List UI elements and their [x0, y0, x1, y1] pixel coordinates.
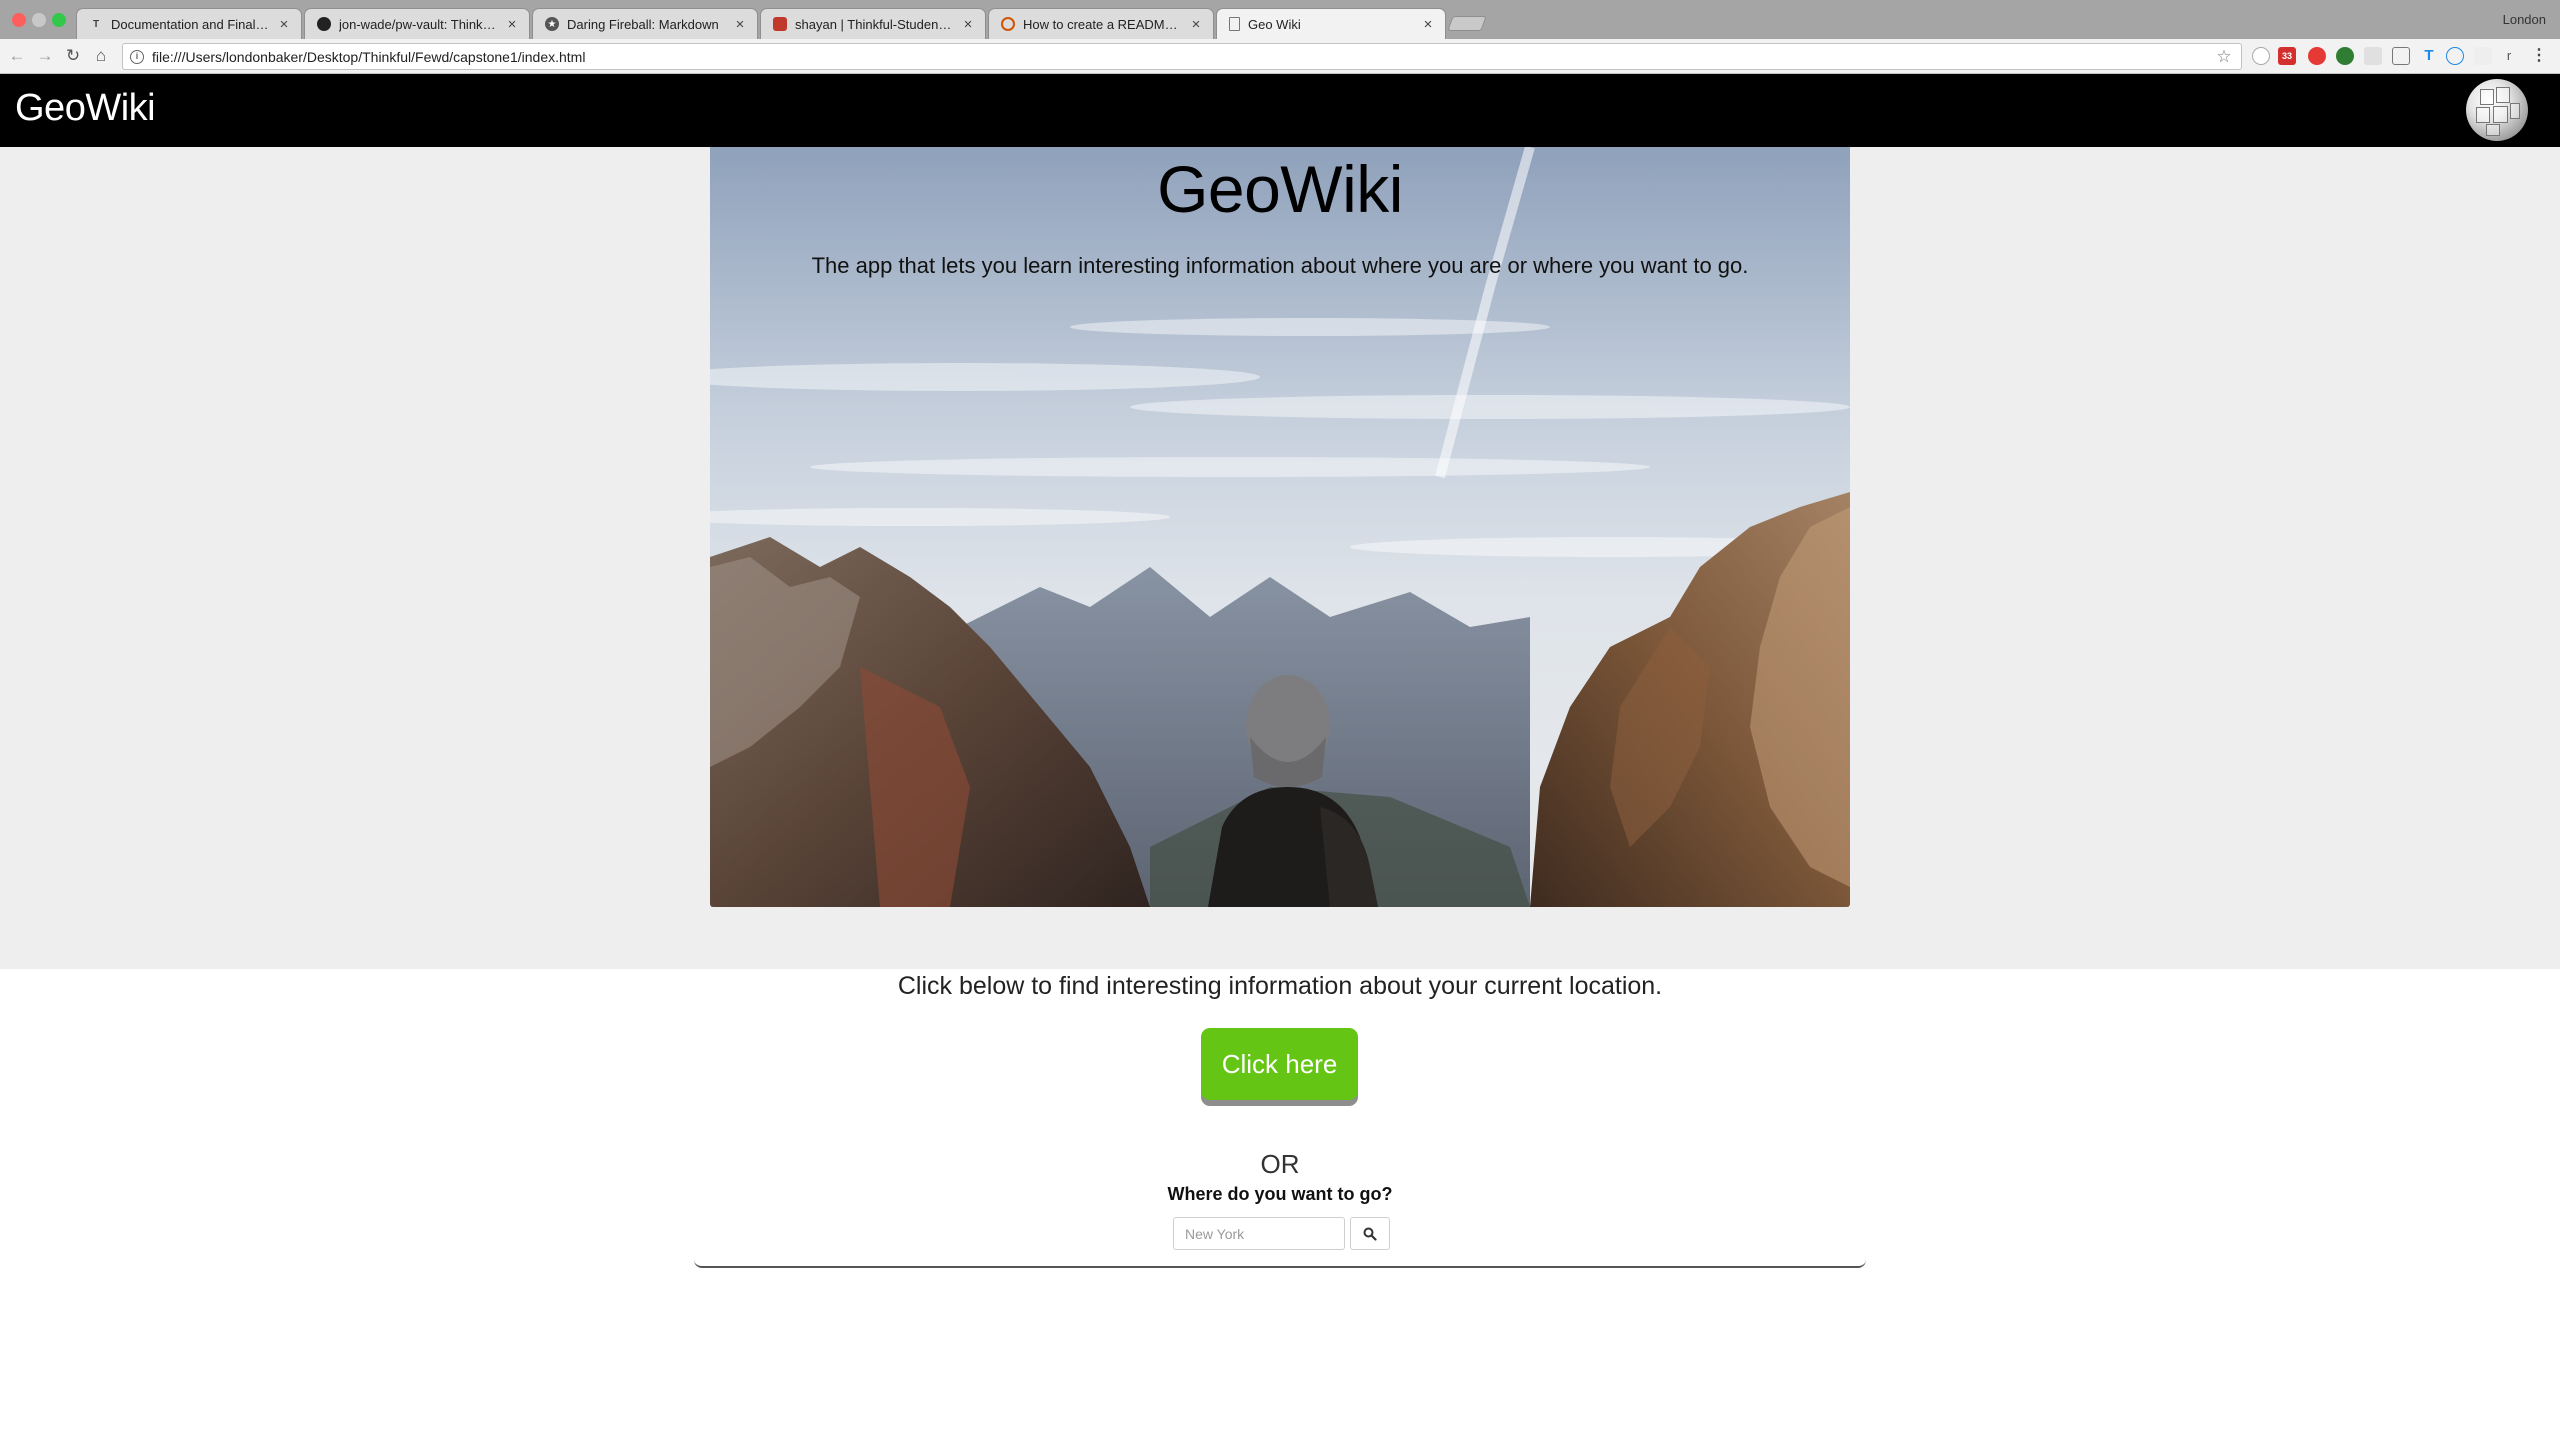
or-separator: OR: [1260, 1149, 1300, 1179]
back-arrow-icon[interactable]: ←: [6, 45, 28, 67]
tab-close-icon[interactable]: ×: [277, 16, 291, 33]
browser-tab-active[interactable]: Geo Wiki ×: [1216, 8, 1446, 39]
browser-tab[interactable]: T Documentation and Final Clea ×: [76, 8, 302, 39]
reload-icon[interactable]: ↻: [62, 45, 84, 67]
home-icon[interactable]: ⌂: [90, 45, 112, 67]
tab-close-icon[interactable]: ×: [733, 16, 747, 33]
tab-close-icon[interactable]: ×: [1189, 16, 1203, 33]
extension-badge-icon[interactable]: 33: [2278, 47, 2296, 65]
browser-tab[interactable]: shayan | Thinkful-Students Sl ×: [760, 8, 986, 39]
browser-toolbar: ← → ↻ ⌂ i file:///Users/londonbaker/Desk…: [0, 39, 2560, 74]
tab-close-icon[interactable]: ×: [505, 16, 519, 33]
thinkful-t-icon: T: [92, 18, 100, 30]
url-text[interactable]: file:///Users/londonbaker/Desktop/Thinkf…: [152, 49, 2213, 65]
extension-t-icon[interactable]: T: [2420, 47, 2438, 65]
extension-circle-icon[interactable]: [2252, 47, 2270, 65]
forward-arrow-icon[interactable]: →: [34, 45, 56, 67]
hero-section: GeoWiki The app that lets you learn inte…: [0, 147, 2560, 969]
extension-r-icon[interactable]: r: [2500, 47, 2518, 65]
current-location-button[interactable]: Click here: [1201, 1028, 1358, 1100]
tab-close-icon[interactable]: ×: [961, 16, 975, 33]
menu-kebab-icon[interactable]: ⋮: [2530, 47, 2548, 65]
address-bar[interactable]: i file:///Users/londonbaker/Desktop/Thin…: [122, 43, 2242, 70]
cast-icon[interactable]: [2392, 47, 2410, 65]
brand-title[interactable]: GeoWiki: [15, 87, 156, 130]
profile-name[interactable]: London: [2503, 12, 2546, 27]
site-navbar: GeoWiki: [0, 74, 2560, 147]
search-button[interactable]: [1350, 1217, 1390, 1250]
destination-search-input[interactable]: [1173, 1217, 1345, 1250]
page-icon: [1229, 17, 1240, 31]
hero-title: GeoWiki: [1157, 152, 1403, 226]
stackoverflow-icon: [1001, 17, 1015, 31]
extension-lock-icon[interactable]: [2364, 47, 2382, 65]
github-icon: [317, 17, 331, 31]
browser-tab[interactable]: How to create a README file i ×: [988, 8, 1214, 39]
window-maximize-button[interactable]: [52, 13, 66, 27]
slack-icon: [773, 17, 787, 31]
window-minimize-button[interactable]: [32, 13, 46, 27]
extension-shield-icon[interactable]: [2474, 47, 2492, 65]
browser-tab[interactable]: jon-wade/pw-vault: Thinkful e ×: [304, 8, 530, 39]
adblock-icon[interactable]: [2308, 47, 2326, 65]
search-icon: [1363, 1227, 1377, 1241]
form-divider: [694, 1260, 1866, 1268]
wikipedia-globe-icon[interactable]: [2466, 79, 2528, 141]
hero-image: GeoWiki The app that lets you learn inte…: [710, 147, 1850, 907]
extension-green-icon[interactable]: [2336, 47, 2354, 65]
tab-close-icon[interactable]: ×: [1421, 16, 1435, 33]
window-close-button[interactable]: [12, 13, 26, 27]
extension-sync-icon[interactable]: [2446, 47, 2464, 65]
new-tab-button[interactable]: [1447, 16, 1487, 31]
browser-tab-strip: T Documentation and Final Clea × jon-wad…: [0, 0, 2560, 39]
location-prompt: Click below to find interesting informat…: [897, 972, 1663, 1000]
star-icon: ★: [545, 17, 559, 31]
bookmark-star-icon[interactable]: ☆: [2213, 47, 2235, 67]
info-icon[interactable]: i: [130, 49, 144, 64]
hero-subtitle: The app that lets you learn interesting …: [811, 253, 1749, 278]
geowiki-page: GeoWiki GeoWiki The app that lets you le…: [0, 74, 2560, 1440]
browser-tab[interactable]: ★ Daring Fireball: Markdown ×: [532, 8, 758, 39]
destination-question: Where do you want to go?: [1167, 1184, 1393, 1204]
